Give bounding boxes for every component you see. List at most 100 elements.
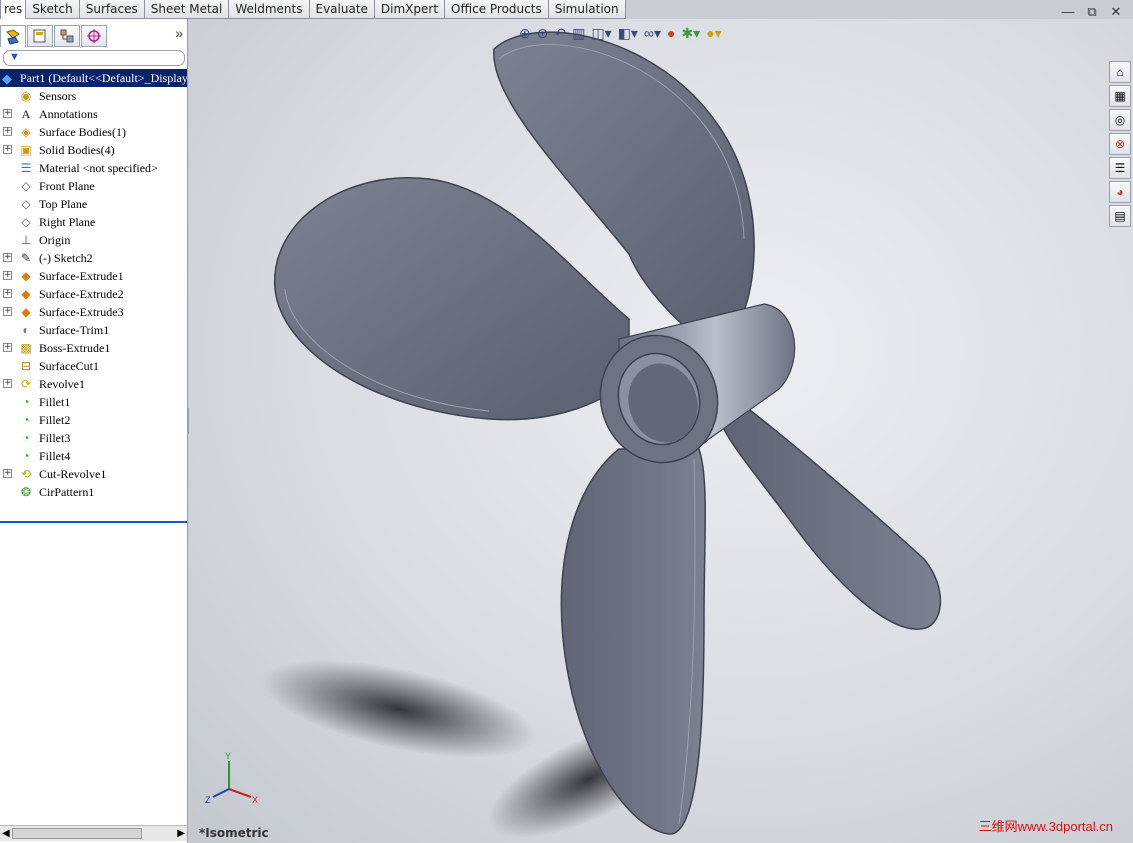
command-tab[interactable]: Sketch [25,0,80,19]
expand-toggle-icon[interactable]: + [3,379,12,388]
expand-panel-chevron-icon[interactable]: » [175,25,183,41]
hide-show-items-icon[interactable]: ∞▾ [644,25,661,42]
expand-toggle-icon[interactable]: + [3,289,12,298]
command-tab[interactable]: Simulation [547,0,626,19]
fillet-icon: ◔ [22,431,30,445]
design-library-icon[interactable]: ▦ [1109,85,1131,107]
tree-item-label: CirPattern1 [39,485,95,499]
property-manager-tab[interactable] [27,25,53,47]
tree-item[interactable]: + ✎ (-) Sketch2 [0,249,187,267]
tree-item-label: Fillet3 [39,431,71,445]
command-tab[interactable]: Evaluate [308,0,375,19]
solid-bodies-icon: ▣ [20,143,32,157]
tree-root-part[interactable]: ◆ Part1 (Default<<Default>_Display [0,69,187,87]
tree-item[interactable]: + ▣ Solid Bodies(4) [0,141,187,159]
command-tab[interactable]: Sheet Metal [143,0,230,19]
expand-toggle-icon[interactable]: + [3,253,12,262]
tree-item[interactable]: ⊥ Origin [0,231,187,249]
task-pane-tabs: ⌂ ▦ ◎ ⊗ ☰ ◕ ▤ [1109,61,1131,229]
tree-item-label: Surface-Extrude3 [39,305,124,319]
view-orientation-icon[interactable]: ◫▾ [591,25,611,42]
custom-properties-icon[interactable]: ▤ [1109,205,1131,227]
fillet-icon: ◔ [22,449,30,463]
rollback-bar[interactable] [0,521,187,523]
command-tab[interactable]: res [0,0,27,19]
watermark: 三维网www.3dportal.cn [978,819,1113,834]
tree-item-label: Sensors [39,89,77,103]
file-explorer-icon[interactable]: ◎ [1109,109,1131,131]
revolve-icon: ⟳ [20,377,32,391]
expand-toggle-icon[interactable]: + [3,127,12,136]
tree-item[interactable]: ◇ Front Plane [0,177,187,195]
tree-item-label: Revolve1 [39,377,85,391]
tree-item-label: Top Plane [39,197,88,211]
feature-manager-tab[interactable] [0,25,26,47]
expand-toggle-icon[interactable]: + [3,109,12,118]
blade-shadow [261,660,537,758]
dimxpert-manager-tab[interactable] [81,25,107,47]
command-tab[interactable]: DimXpert [373,0,446,19]
tree-item[interactable]: ◔ Fillet3 [0,429,187,447]
tree-item[interactable]: ◇ Top Plane [0,195,187,213]
minimize-button[interactable]: — [1059,4,1077,22]
surface-extrude-icon: ◆ [21,305,31,319]
home-icon[interactable]: ⌂ [1109,61,1131,83]
section-view-icon[interactable]: ▥ [572,25,585,42]
tree-item[interactable]: + A Annotations [0,105,187,123]
close-button[interactable]: ✕ [1107,4,1125,22]
tree-item[interactable]: + ⟲ Cut-Revolve1 [0,465,187,483]
display-style-icon[interactable]: ◧▾ [618,25,638,42]
expand-toggle-icon[interactable]: + [3,271,12,280]
feature-tree: ◆ Part1 (Default<<Default>_Display ◉ Sens… [0,69,187,501]
zoom-to-fit-icon[interactable]: ⊕ [519,25,531,42]
tree-item[interactable]: + ◆ Surface-Extrude1 [0,267,187,285]
tree-item[interactable]: + ◈ Surface Bodies(1) [0,123,187,141]
tree-item[interactable]: ◔ Fillet2 [0,411,187,429]
scroll-left-arrow-icon[interactable]: ◀ [2,828,10,839]
zoom-to-area-icon[interactable]: ⊙ [537,25,549,42]
search-icon[interactable]: ⊗ [1109,133,1131,155]
tree-item-label: Solid Bodies(4) [39,143,115,157]
expand-toggle-icon[interactable]: + [3,469,12,478]
edit-appearance-icon[interactable]: ● [667,25,675,42]
appearances-icon[interactable]: ◕ [1109,181,1131,203]
tree-item[interactable]: ◉ Sensors [0,87,187,105]
apply-scene-icon[interactable]: ✱▾ [681,25,700,42]
tree-item[interactable]: ◔ Fillet4 [0,447,187,465]
sketch-icon: ✎ [20,251,32,265]
panel-horizontal-scrollbar[interactable]: ◀ ▶ [0,825,187,841]
tree-filter-input[interactable]: ▼ [3,50,185,66]
tree-item[interactable]: + ⟳ Revolve1 [0,375,187,393]
previous-view-icon[interactable]: ↶ [554,25,566,42]
restore-button[interactable]: ⧉ [1083,4,1101,22]
tree-item[interactable]: ⊟ SurfaceCut1 [0,357,187,375]
graphics-viewport[interactable]: ⊕ ⊙ ↶ ▥ ◫▾ ◧▾ ∞▾ ● ✱▾ ●▾ ⌂ ▦ ◎ ⊗ ☰ ◕ ▤ Y… [189,19,1133,843]
tree-item[interactable]: + ◆ Surface-Extrude2 [0,285,187,303]
scroll-thumb[interactable] [12,828,142,839]
view-settings-icon[interactable]: ●▾ [706,25,721,42]
tree-item[interactable]: ❂ CirPattern1 [0,483,187,501]
fillet-icon: ◔ [22,395,30,409]
tree-item[interactable]: ◔ Fillet1 [0,393,187,411]
command-tab[interactable]: Weldments [228,0,310,19]
tree-item[interactable]: ☰ Material <not specified> [0,159,187,177]
expand-toggle-icon[interactable]: + [3,307,12,316]
annotation-icon: A [21,107,31,121]
expand-toggle-icon[interactable]: + [3,145,12,154]
tree-item[interactable]: ◐ Surface-Trim1 [0,321,187,339]
scroll-right-arrow-icon[interactable]: ▶ [177,828,185,839]
command-tab[interactable]: Surfaces [78,0,145,19]
plane-icon: ◇ [21,215,31,229]
surface-extrude-icon: ◆ [21,287,31,301]
tree-item[interactable]: + ▩ Boss-Extrude1 [0,339,187,357]
tree-item[interactable]: ◇ Right Plane [0,213,187,231]
configuration-manager-tab[interactable] [54,25,80,47]
expand-toggle-icon[interactable]: + [3,343,12,352]
tree-item[interactable]: + ◆ Surface-Extrude3 [0,303,187,321]
view-palette-icon[interactable]: ☰ [1109,157,1131,179]
tree-root-label: Part1 (Default<<Default>_Display [20,71,187,85]
tree-item-label: Surface-Extrude2 [39,287,124,301]
property-icon [33,29,46,43]
filter-icon: ▼ [9,51,20,63]
command-tab[interactable]: Office Products [444,0,549,19]
